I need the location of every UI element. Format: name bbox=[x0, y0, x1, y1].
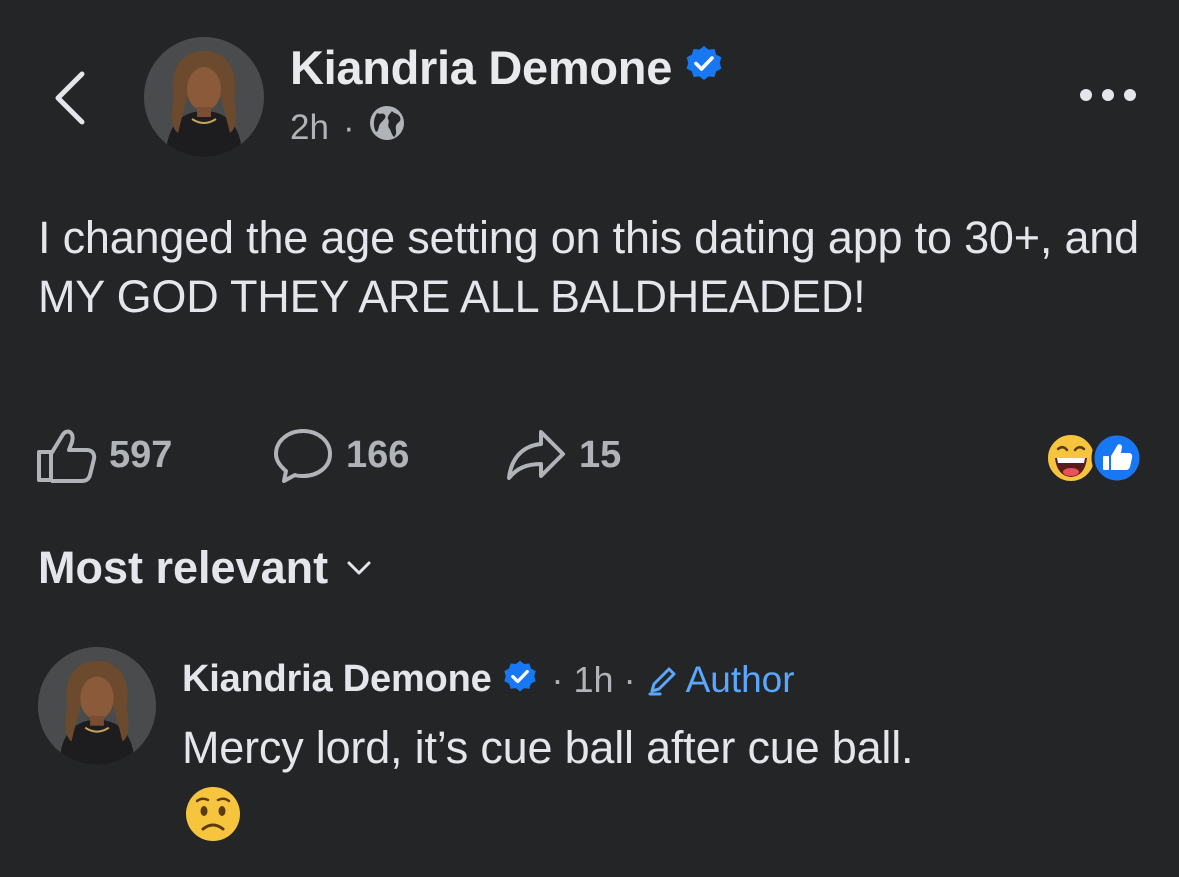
post-timestamp[interactable]: 2h bbox=[290, 108, 329, 148]
laughing-reaction-icon bbox=[1046, 433, 1096, 483]
comment-avatar[interactable] bbox=[38, 647, 156, 765]
verified-badge-icon bbox=[502, 659, 538, 700]
more-icon bbox=[1080, 89, 1136, 101]
pencil-icon bbox=[648, 667, 676, 695]
comment-timestamp[interactable]: · 1h · bbox=[552, 659, 636, 701]
verified-badge-icon bbox=[684, 40, 724, 95]
profile-photo bbox=[144, 37, 264, 157]
reactions-summary[interactable] bbox=[1045, 432, 1145, 484]
like-reaction-icon bbox=[1091, 432, 1143, 484]
share-count: 15 bbox=[579, 433, 622, 476]
comment-text: Mercy lord, it’s cue ball after cue ball… bbox=[182, 722, 914, 773]
post-text: I changed the age setting on this dating… bbox=[38, 212, 1139, 322]
meta-separator: · bbox=[342, 107, 355, 147]
comment-bubble-icon bbox=[274, 429, 332, 483]
sort-label: Most relevant bbox=[38, 542, 329, 593]
comment-sort-dropdown[interactable]: Most relevant bbox=[38, 542, 372, 594]
worried-face-icon bbox=[184, 785, 242, 843]
like-button[interactable]: 597 bbox=[35, 425, 172, 485]
back-button[interactable] bbox=[48, 66, 96, 130]
post-author-name-text: Kiandria Demone bbox=[290, 41, 673, 94]
author-label: Author bbox=[685, 658, 795, 700]
more-options-button[interactable] bbox=[1076, 80, 1140, 110]
chevron-down-icon bbox=[347, 561, 371, 575]
comment-header: Kiandria Demone · 1h · Author bbox=[182, 658, 795, 701]
share-button[interactable]: 15 bbox=[505, 425, 621, 485]
author-badge: Author bbox=[646, 659, 795, 701]
post-meta: 2h · bbox=[290, 103, 407, 152]
profile-photo bbox=[38, 647, 156, 765]
thumbs-up-icon bbox=[37, 429, 97, 483]
comment-count: 166 bbox=[346, 433, 410, 476]
comment-author-name[interactable]: Kiandria Demone bbox=[182, 658, 492, 701]
avatar[interactable] bbox=[144, 37, 264, 157]
like-count: 597 bbox=[109, 433, 173, 476]
comment-button[interactable]: 166 bbox=[272, 425, 409, 485]
post-author-name[interactable]: Kiandria Demone bbox=[290, 40, 724, 95]
share-arrow-icon bbox=[507, 430, 565, 480]
chevron-left-icon bbox=[55, 71, 85, 125]
globe-icon[interactable] bbox=[367, 103, 407, 152]
